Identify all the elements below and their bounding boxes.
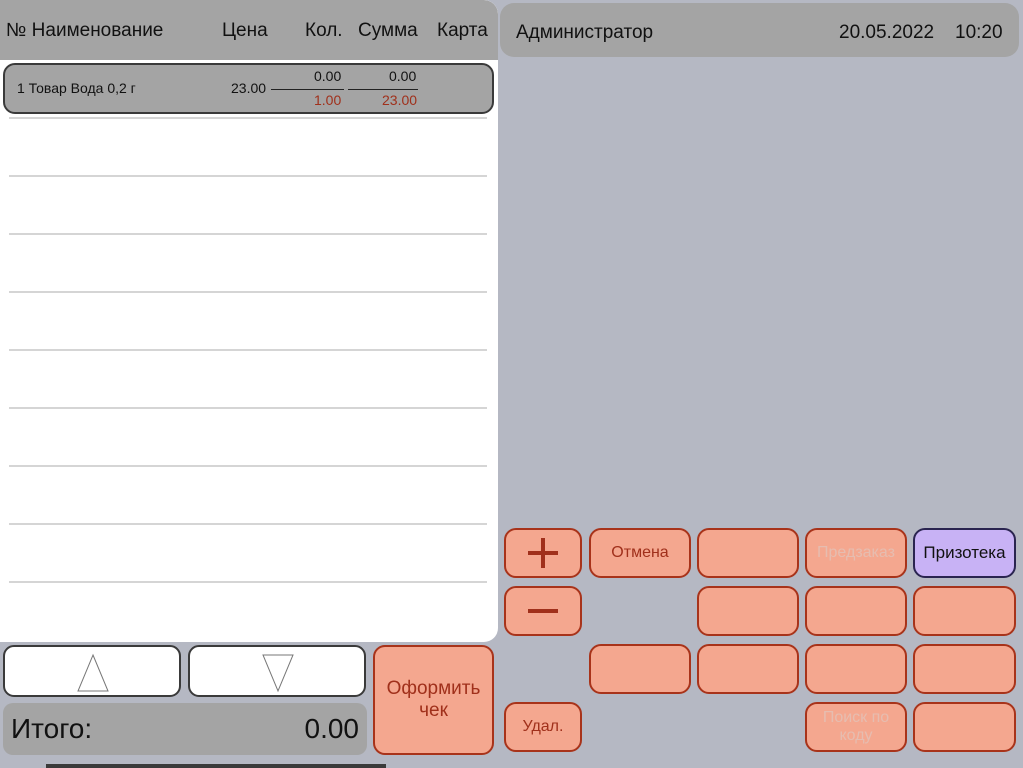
- row-price: 23.00: [231, 80, 267, 96]
- triangle-down-icon: [262, 654, 294, 693]
- row-qty-bottom: 1.00: [314, 92, 342, 108]
- empty-button[interactable]: [697, 586, 799, 636]
- header-card: Карта: [437, 20, 488, 41]
- total-value: 0.00: [304, 713, 360, 744]
- row-qty-top: 0.00: [314, 68, 342, 84]
- header-sum: Сумма: [358, 20, 418, 41]
- empty-button[interactable]: [913, 644, 1016, 694]
- empty-button[interactable]: [589, 644, 691, 694]
- sum-fraction-line: [348, 89, 418, 90]
- row-sum-top: 0.00: [389, 68, 417, 84]
- row-divider: [9, 175, 487, 177]
- row-divider: [9, 523, 487, 525]
- row-sum-bottom: 23.00: [382, 92, 418, 108]
- cancel-button[interactable]: Отмена: [589, 528, 691, 578]
- delete-button[interactable]: Удал.: [504, 702, 582, 752]
- table-row-selected[interactable]: 1 Товар Вода 0,2 г 23.00 0.00 1.00 0.00 …: [3, 63, 494, 114]
- checkout-button[interactable]: Оформить чек: [373, 645, 494, 755]
- total-label: Итого:: [11, 713, 93, 744]
- status-header: Администратор 20.05.2022 10:20: [500, 3, 1019, 57]
- row-divider: [9, 349, 487, 351]
- empty-button[interactable]: [697, 644, 799, 694]
- triangle-up-icon: [77, 653, 109, 692]
- total-bar: Итого: 0.00: [3, 703, 367, 755]
- row-divider: [9, 581, 487, 583]
- increase-qty-button[interactable]: [504, 528, 582, 578]
- current-time: 10:20: [955, 22, 1003, 43]
- row-divider: [9, 117, 487, 119]
- row-divider: [9, 465, 487, 467]
- order-panel: № Наименование Цена Кол. Сумма Карта 1 Т…: [0, 0, 498, 642]
- empty-button[interactable]: [913, 702, 1016, 752]
- preorder-button[interactable]: Предзаказ: [805, 528, 907, 578]
- price-qty-connector-line: [271, 89, 344, 90]
- empty-button[interactable]: [913, 586, 1016, 636]
- user-name: Администратор: [516, 22, 654, 43]
- empty-button[interactable]: [805, 586, 907, 636]
- plus-icon: [528, 538, 558, 568]
- row-item-name: 1 Товар Вода 0,2 г: [17, 80, 136, 96]
- order-table-header: № Наименование Цена Кол. Сумма Карта: [0, 0, 498, 60]
- minus-icon: [528, 609, 558, 613]
- row-divider: [9, 407, 487, 409]
- search-by-code-button[interactable]: Поиск по коду: [805, 702, 907, 752]
- empty-button[interactable]: [697, 528, 799, 578]
- header-qty: Кол.: [305, 20, 343, 41]
- row-divider: [9, 291, 487, 293]
- prizoteka-button[interactable]: Призотека: [913, 528, 1016, 578]
- scroll-up-button[interactable]: [3, 645, 181, 697]
- header-number-name: № Наименование: [6, 20, 164, 41]
- header-price: Цена: [222, 20, 268, 41]
- current-date: 20.05.2022: [839, 22, 935, 43]
- empty-button[interactable]: [805, 644, 907, 694]
- scroll-down-button[interactable]: [188, 645, 366, 697]
- row-divider: [9, 233, 487, 235]
- bottom-edge-strip: [46, 764, 386, 768]
- decrease-qty-button[interactable]: [504, 586, 582, 636]
